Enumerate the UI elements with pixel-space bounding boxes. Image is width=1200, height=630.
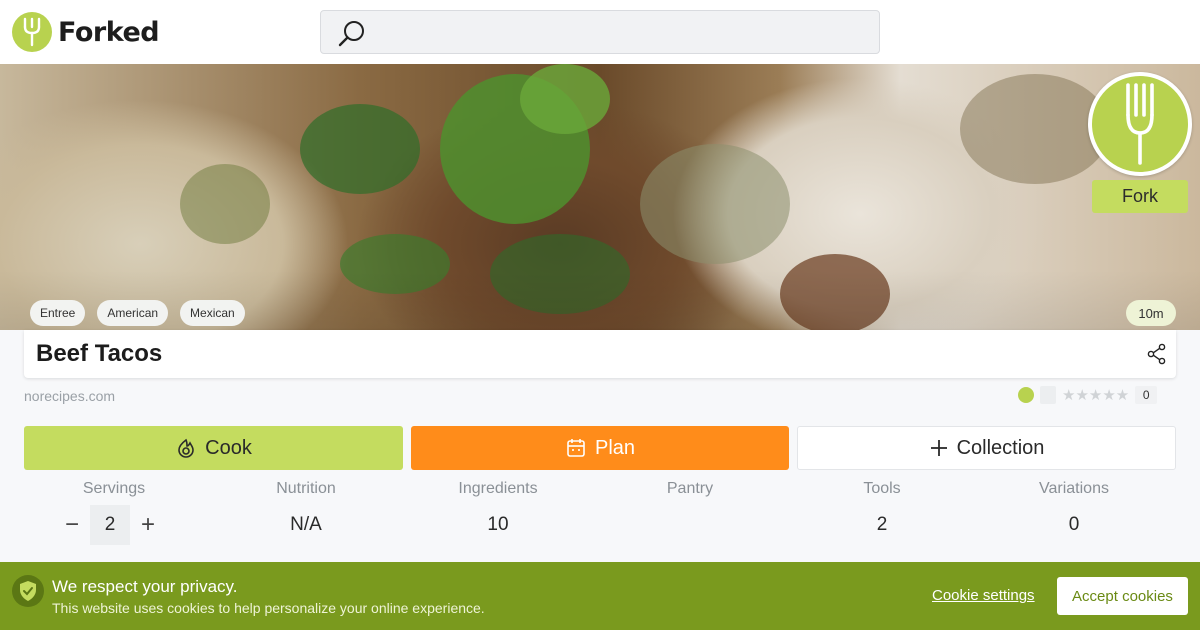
variations-label: Variations xyxy=(1039,480,1109,497)
star-rating-icon[interactable]: ★★★★★ xyxy=(1062,386,1129,404)
ingredients-value[interactable]: 10 xyxy=(402,514,594,536)
flame-icon xyxy=(178,438,194,458)
recipe-rating[interactable]: ★★★★★ 0 xyxy=(1018,386,1158,404)
tools-label: Tools xyxy=(863,480,901,497)
flame-icon xyxy=(1018,387,1034,403)
rating-count: 0 xyxy=(1135,386,1158,404)
cookie-banner-title: We respect your privacy. xyxy=(52,577,238,596)
cook-button-label: Cook xyxy=(205,436,252,459)
brand-logo[interactable]: Forked xyxy=(12,12,160,52)
search-icon xyxy=(338,21,364,47)
header: Forked xyxy=(0,0,1200,64)
fork-badge[interactable] xyxy=(1088,72,1192,176)
tools-value[interactable]: 2 xyxy=(786,514,978,536)
nutrition-value[interactable]: N/A xyxy=(210,514,402,536)
brand-name: Forked xyxy=(58,16,160,48)
increase-servings-button[interactable]: + xyxy=(130,505,166,545)
cookie-settings-link[interactable]: Cookie settings xyxy=(932,587,1035,604)
search-input[interactable] xyxy=(320,10,880,54)
cookie-banner-text: This website uses cookies to help person… xyxy=(52,600,485,616)
nutrition-label: Nutrition xyxy=(276,480,336,497)
plan-button[interactable]: Plan xyxy=(411,426,789,470)
share-icon[interactable] xyxy=(1146,343,1168,365)
recipe-source-link[interactable]: norecipes.com xyxy=(24,388,115,404)
collection-button-label: Collection xyxy=(956,436,1045,459)
fork-button[interactable]: Fork xyxy=(1092,180,1188,213)
cook-button[interactable]: Cook xyxy=(24,426,403,470)
calendar-icon xyxy=(567,439,585,457)
recipe-hero-image xyxy=(0,64,1200,330)
add-collection-button[interactable]: Collection xyxy=(797,426,1176,470)
tag-chip[interactable]: American xyxy=(97,300,169,326)
tag-chip[interactable]: Entree xyxy=(30,300,86,326)
recipe-title: Beef Tacos xyxy=(36,340,163,367)
tag-chip[interactable]: Mexican xyxy=(180,300,245,326)
fork-icon xyxy=(1126,83,1154,165)
ingredients-label: Ingredients xyxy=(458,480,538,497)
recipe-tags: Entree American Mexican xyxy=(30,300,245,326)
servings-value[interactable]: 2 xyxy=(90,505,130,545)
fork-icon xyxy=(12,12,52,52)
accept-cookies-button[interactable]: Accept cookies xyxy=(1057,577,1188,615)
servings-stepper: − 2 + xyxy=(54,505,174,545)
plus-icon xyxy=(930,440,947,456)
decrease-servings-button[interactable]: − xyxy=(54,505,90,545)
servings-label: Servings xyxy=(82,480,146,497)
shield-check-icon xyxy=(12,575,44,607)
pantry-label: Pantry xyxy=(666,480,714,497)
variations-value[interactable]: 0 xyxy=(978,514,1170,536)
cookie-banner: We respect your privacy. This website us… xyxy=(0,562,1200,630)
rating-indicator xyxy=(1040,386,1056,404)
plan-button-label: Plan xyxy=(594,436,636,459)
recipe-title-card: Beef Tacos xyxy=(24,330,1176,378)
cook-time-badge: 10m xyxy=(1126,300,1176,326)
